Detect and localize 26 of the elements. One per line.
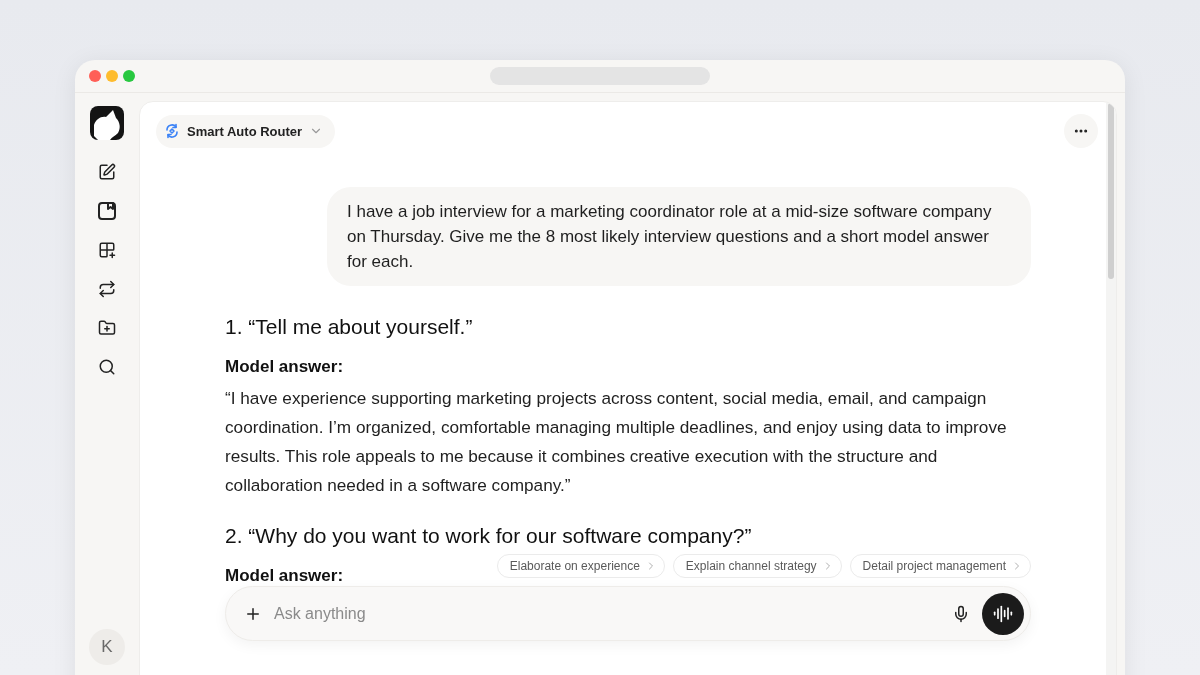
suggestion-chip[interactable]: Explain channel strategy: [672, 554, 842, 578]
message-input[interactable]: Ask anything: [274, 601, 952, 626]
composer-field[interactable]: Ask anything: [225, 586, 1031, 641]
voice-button[interactable]: [982, 592, 1024, 635]
user-message: I have a job interview for a marketing coordinator role at a mid-size software company on Thursday. Give me the 8 most likely interview questions and a short model answer for each.: [327, 187, 1031, 286]
folder-plus-icon[interactable]: [98, 319, 116, 337]
avatar-button[interactable]: K: [89, 629, 125, 665]
microphone-icon[interactable]: [952, 604, 970, 623]
question-heading: 2. “Why do you want to work for our software company?”: [225, 523, 752, 549]
question-heading: 1. “Tell me about yourself.”: [225, 314, 473, 340]
answer-text: “I have experience supporting marketing projects across content, social media, email, and campaign coordination. I’m organized, comfortable managing multiple deadlines, and enjoy using data to improve results. This role appeals to me because it combines creative execution with the structure and collaboration needed in a software company.”: [225, 387, 1008, 497]
grid-plus-icon[interactable]: [98, 241, 116, 259]
notebook-icon[interactable]: [98, 202, 116, 220]
close-window-icon[interactable]: [89, 70, 101, 82]
edit-icon[interactable]: [98, 163, 116, 181]
audio-wave-icon: [993, 603, 1013, 624]
suggestion-chip[interactable]: Detail project management: [849, 554, 1031, 578]
repeat-icon[interactable]: [98, 280, 116, 298]
scrollbar-thumb[interactable]: [1108, 103, 1114, 279]
search-icon[interactable]: [98, 358, 116, 376]
answer-label: Model answer:: [225, 567, 344, 585]
cycle-arrows-icon: [164, 123, 180, 139]
model-selector[interactable]: Smart Auto Router: [156, 114, 336, 148]
answer-label: Model answer:: [225, 358, 344, 376]
suggestion-chip[interactable]: Elaborate on experience: [496, 554, 665, 578]
logo-icon[interactable]: [90, 106, 124, 140]
